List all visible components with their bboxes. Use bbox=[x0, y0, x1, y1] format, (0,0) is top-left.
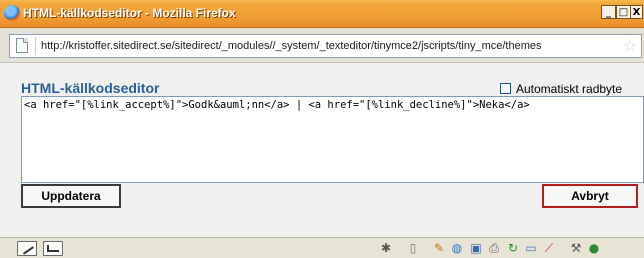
maximize-button[interactable]: □ bbox=[616, 5, 631, 19]
minimize-button[interactable]: _ bbox=[601, 5, 616, 19]
source-textarea[interactable]: <a href="[%link_accept%]">Godk&auml;nn</… bbox=[21, 96, 644, 183]
ruler-icon[interactable] bbox=[43, 241, 63, 256]
page-title: HTML-källkodseditor bbox=[21, 80, 160, 96]
address-bar: http://kristoffer.sitedirect.se/sitedire… bbox=[0, 28, 644, 63]
url-divider bbox=[35, 37, 36, 55]
pencil-icon[interactable] bbox=[17, 241, 37, 256]
editor-panel: HTML-källkodseditor Automatiskt radbyte … bbox=[0, 63, 644, 237]
autowrap-checkbox[interactable] bbox=[500, 83, 511, 94]
close-button[interactable]: X bbox=[630, 5, 643, 19]
url-text[interactable]: http://kristoffer.sitedirect.se/sitedire… bbox=[41, 40, 542, 52]
globe-icon[interactable]: ◍ bbox=[449, 240, 465, 256]
chart-icon[interactable]: ⟋ bbox=[541, 240, 557, 256]
info-icon[interactable]: ● bbox=[586, 240, 602, 256]
edit-icon[interactable]: ✎ bbox=[431, 240, 447, 256]
extension-icon[interactable]: ✱ bbox=[378, 240, 394, 256]
update-button[interactable]: Uppdatera bbox=[21, 184, 121, 208]
print-icon[interactable]: ⎙ bbox=[486, 240, 502, 256]
window-icon[interactable]: ▭ bbox=[523, 240, 539, 256]
refresh-icon[interactable]: ↻ bbox=[505, 240, 521, 256]
page-icon bbox=[16, 38, 28, 53]
status-bar: ✱ ▯ ✎ ◍ ▣ ⎙ ↻ ▭ ⟋ ⚒ ● bbox=[0, 237, 644, 258]
cancel-button[interactable]: Avbryt bbox=[542, 184, 638, 208]
save-icon[interactable]: ▣ bbox=[468, 240, 484, 256]
title-bar: HTML-källkodseditor - Mozilla Firefox _ … bbox=[0, 0, 644, 28]
window-title: HTML-källkodseditor - Mozilla Firefox bbox=[23, 6, 236, 20]
source-code[interactable]: <a href="[%link_accept%]">Godk&auml;nn</… bbox=[24, 99, 530, 111]
tools-icon[interactable]: ⚒ bbox=[568, 240, 584, 256]
star-icon[interactable]: ☆ bbox=[623, 36, 637, 56]
url-field[interactable]: http://kristoffer.sitedirect.se/sitedire… bbox=[9, 34, 642, 58]
firefox-icon bbox=[4, 5, 20, 21]
autowrap-label[interactable]: Automatiskt radbyte bbox=[516, 82, 622, 96]
blank-page-icon[interactable]: ▯ bbox=[405, 240, 421, 256]
